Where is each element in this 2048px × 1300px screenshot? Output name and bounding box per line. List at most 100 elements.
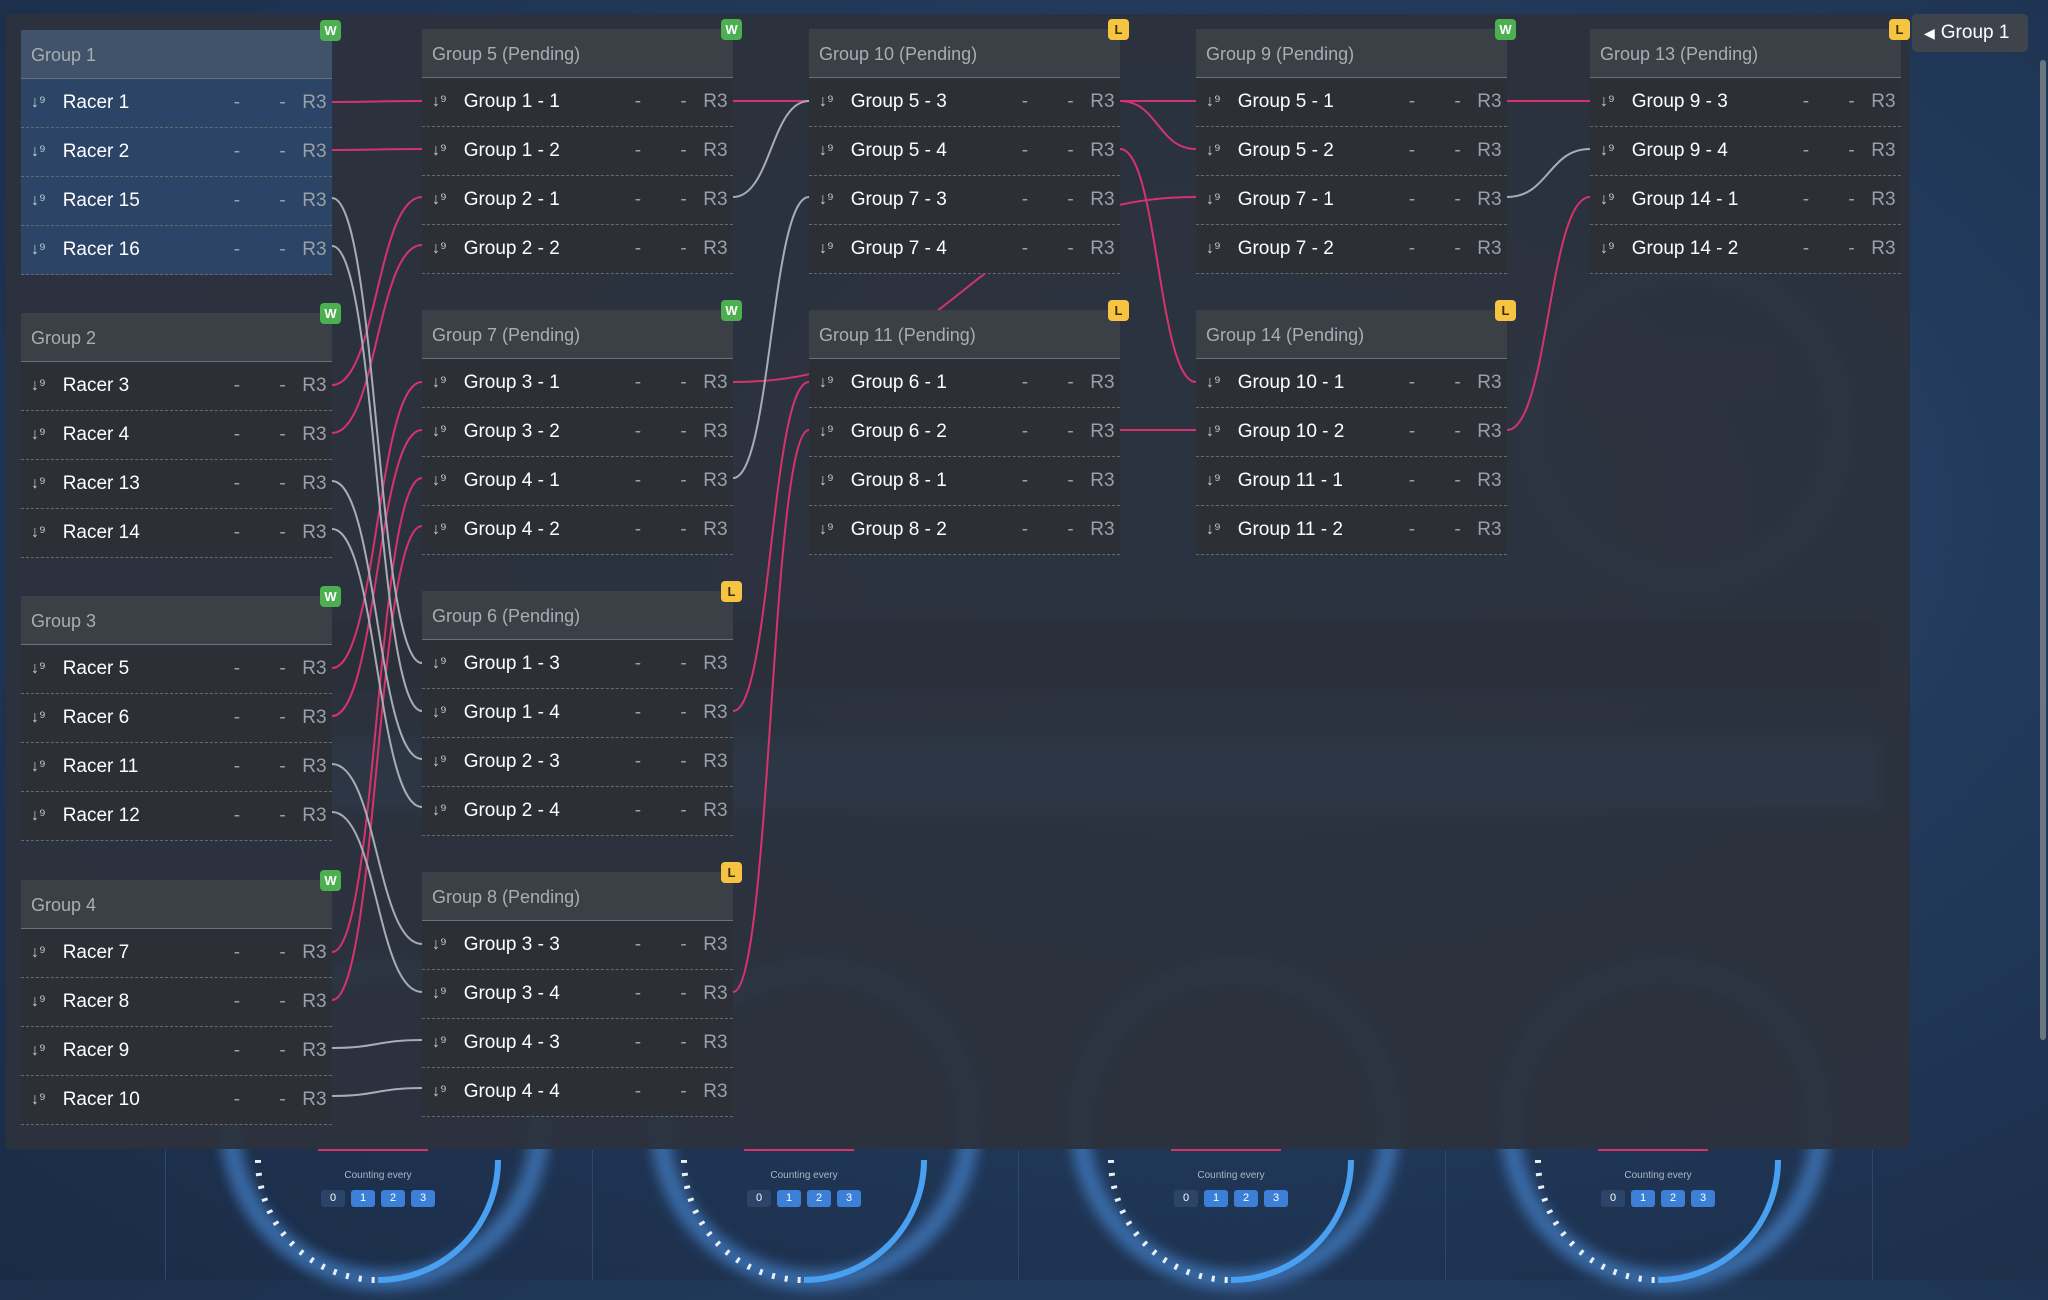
sort-numeric-icon[interactable]: ↓⁹ bbox=[422, 472, 464, 490]
sort-numeric-icon[interactable]: ↓⁹ bbox=[21, 475, 63, 493]
racer-row[interactable]: ↓⁹ Group 8 - 2- - R3 bbox=[809, 506, 1120, 555]
sort-numeric-icon[interactable]: ↓⁹ bbox=[422, 936, 464, 954]
group-title[interactable]: Group 1 bbox=[21, 30, 332, 79]
group-card[interactable]: Group 2 W ↓⁹ Racer 3- - R3 ↓⁹ Racer 4- - R3 ↓⁹ Race… bbox=[21, 303, 341, 558]
counting-chip[interactable]: 1 bbox=[1631, 1190, 1655, 1207]
sort-numeric-icon[interactable]: ↓⁹ bbox=[809, 472, 851, 490]
sort-numeric-icon[interactable]: ↓⁹ bbox=[21, 758, 63, 776]
racer-row[interactable]: ↓⁹ Group 1 - 3- - R3 bbox=[422, 640, 733, 689]
racer-row[interactable]: ↓⁹ Group 7 - 4- - R3 bbox=[809, 225, 1120, 274]
racer-row[interactable]: ↓⁹ Group 4 - 2- - R3 bbox=[422, 506, 733, 555]
racer-row[interactable]: ↓⁹ Racer 1- - R3 bbox=[21, 79, 332, 128]
racer-row[interactable]: ↓⁹ Group 4 - 1- - R3 bbox=[422, 457, 733, 506]
sort-numeric-icon[interactable]: ↓⁹ bbox=[21, 993, 63, 1011]
sort-numeric-icon[interactable]: ↓⁹ bbox=[1590, 93, 1632, 111]
sort-numeric-icon[interactable]: ↓⁹ bbox=[422, 985, 464, 1003]
group-title[interactable]: Group 11 (Pending) bbox=[809, 310, 1120, 359]
sort-numeric-icon[interactable]: ↓⁹ bbox=[21, 426, 63, 444]
sort-numeric-icon[interactable]: ↓⁹ bbox=[1196, 521, 1238, 539]
sort-numeric-icon[interactable]: ↓⁹ bbox=[1590, 191, 1632, 209]
racer-row[interactable]: ↓⁹ Racer 6- - R3 bbox=[21, 694, 332, 743]
racer-row[interactable]: ↓⁹ Racer 8- - R3 bbox=[21, 978, 332, 1027]
sort-numeric-icon[interactable]: ↓⁹ bbox=[1196, 191, 1238, 209]
sort-numeric-icon[interactable]: ↓⁹ bbox=[21, 709, 63, 727]
counting-chip[interactable]: 2 bbox=[381, 1190, 405, 1207]
racer-row[interactable]: ↓⁹ Racer 12- - R3 bbox=[21, 792, 332, 841]
sort-numeric-icon[interactable]: ↓⁹ bbox=[21, 524, 63, 542]
racer-row[interactable]: ↓⁹ Group 5 - 1- - R3 bbox=[1196, 78, 1507, 127]
sort-numeric-icon[interactable]: ↓⁹ bbox=[21, 944, 63, 962]
racer-row[interactable]: ↓⁹ Group 2 - 2- - R3 bbox=[422, 225, 733, 274]
racer-row[interactable]: ↓⁹ Group 1 - 4- - R3 bbox=[422, 689, 733, 738]
counting-chip[interactable]: 0 bbox=[321, 1190, 345, 1207]
racer-row[interactable]: ↓⁹ Racer 3- - R3 bbox=[21, 362, 332, 411]
racer-row[interactable]: ↓⁹ Group 9 - 3- - R3 bbox=[1590, 78, 1901, 127]
racer-row[interactable]: ↓⁹ Group 5 - 3- - R3 bbox=[809, 78, 1120, 127]
sort-numeric-icon[interactable]: ↓⁹ bbox=[1196, 374, 1238, 392]
racer-row[interactable]: ↓⁹ Group 3 - 4- - R3 bbox=[422, 970, 733, 1019]
counting-chip[interactable]: 2 bbox=[1234, 1190, 1258, 1207]
counting-chip[interactable]: 0 bbox=[1174, 1190, 1198, 1207]
sort-numeric-icon[interactable]: ↓⁹ bbox=[1196, 93, 1238, 111]
sort-numeric-icon[interactable]: ↓⁹ bbox=[21, 807, 63, 825]
sort-numeric-icon[interactable]: ↓⁹ bbox=[422, 655, 464, 673]
group-title[interactable]: Group 9 (Pending) bbox=[1196, 29, 1507, 78]
racer-row[interactable]: ↓⁹ Racer 4- - R3 bbox=[21, 411, 332, 460]
counting-chip[interactable]: 3 bbox=[837, 1190, 861, 1207]
group-title[interactable]: Group 10 (Pending) bbox=[809, 29, 1120, 78]
sort-numeric-icon[interactable]: ↓⁹ bbox=[21, 143, 63, 161]
racer-row[interactable]: ↓⁹ Group 1 - 2- - R3 bbox=[422, 127, 733, 176]
racer-row[interactable]: ↓⁹ Racer 10- - R3 bbox=[21, 1076, 332, 1125]
racer-row[interactable]: ↓⁹ Group 14 - 1- - R3 bbox=[1590, 176, 1901, 225]
racer-row[interactable]: ↓⁹ Group 3 - 2- - R3 bbox=[422, 408, 733, 457]
group-card[interactable]: Group 3 W ↓⁹ Racer 5- - R3 ↓⁹ Racer 6- - R3 ↓⁹ Race… bbox=[21, 586, 341, 841]
sort-numeric-icon[interactable]: ↓⁹ bbox=[21, 377, 63, 395]
sort-numeric-icon[interactable]: ↓⁹ bbox=[809, 423, 851, 441]
racer-row[interactable]: ↓⁹ Racer 7- - R3 bbox=[21, 929, 332, 978]
sort-numeric-icon[interactable]: ↓⁹ bbox=[422, 1083, 464, 1101]
group-title[interactable]: Group 13 (Pending) bbox=[1590, 29, 1901, 78]
racer-row[interactable]: ↓⁹ Racer 13- - R3 bbox=[21, 460, 332, 509]
counting-chip[interactable]: 0 bbox=[1601, 1190, 1625, 1207]
counting-chip[interactable]: 2 bbox=[807, 1190, 831, 1207]
racer-row[interactable]: ↓⁹ Group 8 - 1- - R3 bbox=[809, 457, 1120, 506]
sort-numeric-icon[interactable]: ↓⁹ bbox=[1590, 240, 1632, 258]
sort-numeric-icon[interactable]: ↓⁹ bbox=[1590, 142, 1632, 160]
sort-numeric-icon[interactable]: ↓⁹ bbox=[21, 1091, 63, 1109]
racer-row[interactable]: ↓⁹ Group 2 - 1- - R3 bbox=[422, 176, 733, 225]
group-card[interactable]: Group 7 (Pending) W ↓⁹ Group 3 - 1- - R3 ↓⁹ Gro… bbox=[422, 300, 742, 555]
sort-numeric-icon[interactable]: ↓⁹ bbox=[422, 802, 464, 820]
racer-row[interactable]: ↓⁹ Group 7 - 3- - R3 bbox=[809, 176, 1120, 225]
sort-numeric-icon[interactable]: ↓⁹ bbox=[21, 192, 63, 210]
racer-row[interactable]: ↓⁹ Racer 5- - R3 bbox=[21, 645, 332, 694]
sort-numeric-icon[interactable]: ↓⁹ bbox=[809, 240, 851, 258]
group-card[interactable]: Group 8 (Pending) L ↓⁹ Group 3 - 3- - R3 ↓⁹ Gro… bbox=[422, 862, 742, 1117]
counting-chip[interactable]: 1 bbox=[351, 1190, 375, 1207]
counting-chip[interactable]: 0 bbox=[747, 1190, 771, 1207]
group-title[interactable]: Group 2 bbox=[21, 313, 332, 362]
racer-row[interactable]: ↓⁹ Group 7 - 1- - R3 bbox=[1196, 176, 1507, 225]
racer-row[interactable]: ↓⁹ Group 3 - 1- - R3 bbox=[422, 359, 733, 408]
sort-numeric-icon[interactable]: ↓⁹ bbox=[21, 660, 63, 678]
racer-row[interactable]: ↓⁹ Group 5 - 2- - R3 bbox=[1196, 127, 1507, 176]
group-title[interactable]: Group 3 bbox=[21, 596, 332, 645]
group-title[interactable]: Group 8 (Pending) bbox=[422, 872, 733, 921]
sort-numeric-icon[interactable]: ↓⁹ bbox=[1196, 472, 1238, 490]
counting-chip[interactable]: 1 bbox=[777, 1190, 801, 1207]
group-card[interactable]: Group 5 (Pending) W ↓⁹ Group 1 - 1- - R3 ↓⁹ Gro… bbox=[422, 19, 742, 274]
sort-numeric-icon[interactable]: ↓⁹ bbox=[21, 94, 63, 112]
racer-row[interactable]: ↓⁹ Group 11 - 2- - R3 bbox=[1196, 506, 1507, 555]
sort-numeric-icon[interactable]: ↓⁹ bbox=[1196, 240, 1238, 258]
sort-numeric-icon[interactable]: ↓⁹ bbox=[422, 374, 464, 392]
sort-numeric-icon[interactable]: ↓⁹ bbox=[1196, 423, 1238, 441]
racer-row[interactable]: ↓⁹ Group 6 - 1- - R3 bbox=[809, 359, 1120, 408]
group-title[interactable]: Group 4 bbox=[21, 880, 332, 929]
group-card[interactable]: Group 13 (Pending) L ↓⁹ Group 9 - 3- - R3 ↓⁹ Gr… bbox=[1590, 19, 1910, 274]
racer-row[interactable]: ↓⁹ Group 9 - 4- - R3 bbox=[1590, 127, 1901, 176]
racer-row[interactable]: ↓⁹ Group 10 - 2- - R3 bbox=[1196, 408, 1507, 457]
sort-numeric-icon[interactable]: ↓⁹ bbox=[422, 423, 464, 441]
racer-row[interactable]: ↓⁹ Group 2 - 3- - R3 bbox=[422, 738, 733, 787]
sort-numeric-icon[interactable]: ↓⁹ bbox=[809, 374, 851, 392]
racer-row[interactable]: ↓⁹ Group 3 - 3- - R3 bbox=[422, 921, 733, 970]
sort-numeric-icon[interactable]: ↓⁹ bbox=[809, 521, 851, 539]
